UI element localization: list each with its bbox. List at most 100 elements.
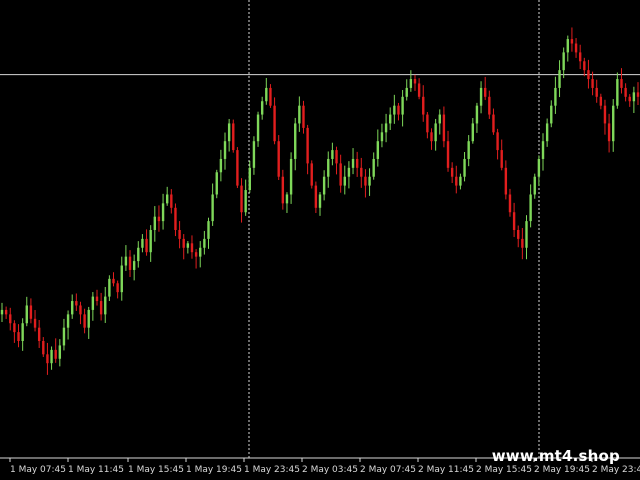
time-tick-label: 2 May 03:45 [302,465,358,475]
candle-body [91,296,95,310]
time-tick-label: 1 May 11:45 [68,465,124,475]
candle-body [170,194,173,208]
candle-body [583,61,586,71]
candle-body [616,79,619,106]
candle-body [46,354,49,364]
candle-body [116,283,119,293]
candle-body [467,141,470,159]
candle-body [545,123,549,142]
candle-series [0,27,640,375]
candle-body [178,230,181,239]
candle-body [227,123,231,142]
candle-body [112,278,115,284]
candle-body [240,185,243,213]
candle-body [327,158,330,177]
candle-body [223,141,227,159]
candle-body [628,96,631,102]
candle-body [533,176,536,195]
candle-body [153,216,157,230]
candle-body [508,194,512,213]
candle-body [120,265,123,293]
candle-body [33,318,37,328]
candle-body [269,87,272,106]
candle-body [343,176,346,186]
candle-body [488,96,491,115]
candle-body [13,323,16,333]
candle-body [294,123,297,159]
candle-body [446,141,450,168]
time-tick-label: 1 May 19:45 [186,465,242,475]
candle-body [413,79,417,84]
candle-body [273,105,276,142]
candle-body [389,114,392,124]
time-tick-label: 2 May 11:45 [418,465,474,475]
candle-body [83,314,86,328]
candle-body [517,230,520,239]
candle-body [248,167,251,191]
candle-body [607,123,611,142]
candle-body [496,132,499,151]
candle-body [620,79,623,88]
candle-body [479,87,483,106]
candle-body [277,141,280,177]
candle-body [4,309,8,315]
time-tick-label: 1 May 23:45 [244,465,300,475]
candle-body [203,238,206,248]
candle-body [558,70,561,88]
candle-body [108,278,111,297]
candle-body [541,141,545,159]
candle-body [318,194,322,208]
candle-body [574,43,578,53]
candle-body [132,261,136,270]
candle-body [58,345,62,359]
candle-body [62,327,66,346]
candle-body [483,87,487,97]
candle-body [570,39,574,44]
candle-body [157,216,161,222]
candle-body [339,163,342,186]
candle-body [285,194,289,204]
candle-body [104,296,107,315]
candle-body [17,332,20,341]
candle-body [219,158,223,173]
candle-body [632,92,636,102]
period-separators [248,0,540,458]
candle-body [512,212,516,230]
candle-body [529,194,532,222]
price-chart[interactable]: 1 May 07:45 1 May 11:45 1 May 15:45 1 May 1… [0,0,640,480]
candle-body [405,87,408,97]
candle-body [165,194,169,204]
candle-body [289,158,293,195]
candle-body [521,238,524,248]
candle-body [566,39,569,53]
candle-body [302,105,305,128]
candle-body [554,87,557,106]
candle-body [562,52,565,71]
candle-body [182,238,185,248]
candle-body [9,314,12,324]
candle-body [186,243,190,248]
candle-body [599,96,603,106]
candle-body [636,92,640,97]
candle-body [256,114,260,142]
candle-body [149,230,152,253]
candle-body [71,301,74,315]
candle-body [306,127,309,164]
candle-body [426,114,429,133]
candle-body [37,327,41,341]
candle-body [145,238,148,253]
candle-body [95,296,99,302]
candle-body [401,96,404,115]
candle-body [141,238,144,248]
candle-body [438,114,441,124]
candle-body [364,176,367,186]
candle-body [591,79,594,88]
candle-body [75,301,78,306]
candle-body [393,105,396,115]
time-tick-label: 2 May 07:45 [360,465,416,475]
candle-body [298,105,301,124]
candle-body [236,150,239,186]
candle-body [87,309,90,328]
candle-body [351,158,355,168]
candle-body [397,105,400,115]
